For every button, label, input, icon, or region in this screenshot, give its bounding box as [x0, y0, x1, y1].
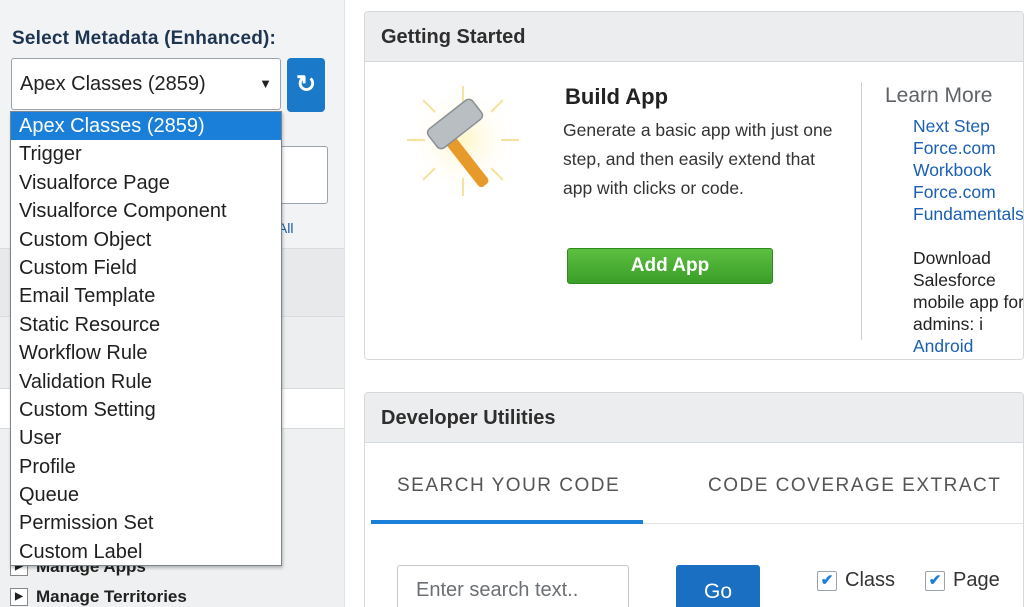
learn-more-list: Next Step Force.com Workbook Force.com F…: [913, 115, 1024, 357]
dropdown-option[interactable]: Profile: [11, 453, 281, 481]
active-tab-indicator: [371, 520, 643, 524]
metadata-select[interactable]: Apex Classes (2859) ▼: [11, 58, 281, 110]
page-checkbox-label: Page: [953, 569, 1000, 591]
refresh-button[interactable]: ↻: [287, 58, 325, 112]
getting-started-panel: Getting Started Build App Generate a bas…: [364, 11, 1024, 360]
page-checkbox-group[interactable]: ✔ Page: [925, 569, 1000, 592]
learn-link-next-step[interactable]: Next Step: [913, 115, 1023, 137]
developer-utilities-panel: Developer Utilities SEARCH YOUR CODE COD…: [364, 392, 1024, 607]
chevron-down-icon: ▼: [259, 76, 272, 91]
dropdown-option[interactable]: Email Template: [11, 282, 281, 310]
dropdown-option[interactable]: User: [11, 424, 281, 452]
select-metadata-label: Select Metadata (Enhanced):: [12, 28, 277, 49]
checkbox-checked-icon[interactable]: ✔: [817, 570, 837, 591]
metadata-select-value: Apex Classes (2859): [20, 73, 206, 95]
dropdown-option[interactable]: Static Resource: [11, 311, 281, 339]
expand-arrow-icon: ▶: [10, 588, 28, 606]
tab-code-coverage-extract[interactable]: CODE COVERAGE EXTRACT: [708, 475, 1001, 497]
refresh-icon: ↻: [295, 71, 317, 98]
tab-search-your-code[interactable]: SEARCH YOUR CODE: [397, 475, 620, 497]
search-code-input[interactable]: [397, 565, 629, 607]
class-checkbox-group[interactable]: ✔ Class: [817, 569, 895, 592]
learn-more-title: Learn More: [885, 84, 993, 107]
dropdown-option[interactable]: Validation Rule: [11, 368, 281, 396]
divider: [861, 82, 862, 340]
learn-link-fundamentals[interactable]: Force.com Fundamentals: [913, 181, 1023, 225]
dropdown-option[interactable]: Custom Field: [11, 254, 281, 282]
learn-link-workbook[interactable]: Force.com Workbook: [913, 137, 1023, 181]
dropdown-option[interactable]: Custom Object: [11, 226, 281, 254]
dropdown-option[interactable]: Trigger: [11, 140, 281, 168]
build-app-description: Generate a basic app with just one step,…: [563, 120, 833, 198]
go-button[interactable]: Go: [676, 565, 760, 607]
utilities-tabs: SEARCH YOUR CODE CODE COVERAGE EXTRACT: [365, 445, 1023, 525]
tree-item-label: Manage Territories: [36, 587, 187, 606]
class-checkbox-label: Class: [845, 569, 896, 591]
download-text: Download Salesforce mobile app for admin…: [913, 248, 1024, 334]
dropdown-option[interactable]: Visualforce Page: [11, 169, 281, 197]
metadata-dropdown-list: Apex Classes (2859) Trigger Visualforce …: [10, 111, 282, 566]
build-app-title: Build App: [565, 84, 669, 109]
checkbox-checked-icon[interactable]: ✔: [925, 570, 945, 591]
dropdown-option[interactable]: Custom Setting: [11, 396, 281, 424]
download-mobile-app-item: Download Salesforce mobile app for admin…: [913, 225, 1024, 357]
dropdown-option[interactable]: Permission Set: [11, 509, 281, 537]
dropdown-option[interactable]: Apex Classes (2859): [11, 112, 281, 141]
tree-item-manage-territories[interactable]: ▶ Manage Territories: [10, 587, 187, 607]
getting-started-title: Getting Started: [365, 12, 1023, 62]
dropdown-option[interactable]: Custom Label: [11, 538, 281, 565]
add-app-button[interactable]: Add App: [567, 248, 773, 284]
hammer-icon: [403, 82, 523, 202]
developer-utilities-title: Developer Utilities: [365, 393, 1023, 443]
dropdown-option[interactable]: Workflow Rule: [11, 339, 281, 367]
dropdown-option[interactable]: Queue: [11, 481, 281, 509]
android-link[interactable]: Android: [913, 336, 973, 356]
dropdown-option[interactable]: Visualforce Component: [11, 197, 281, 225]
